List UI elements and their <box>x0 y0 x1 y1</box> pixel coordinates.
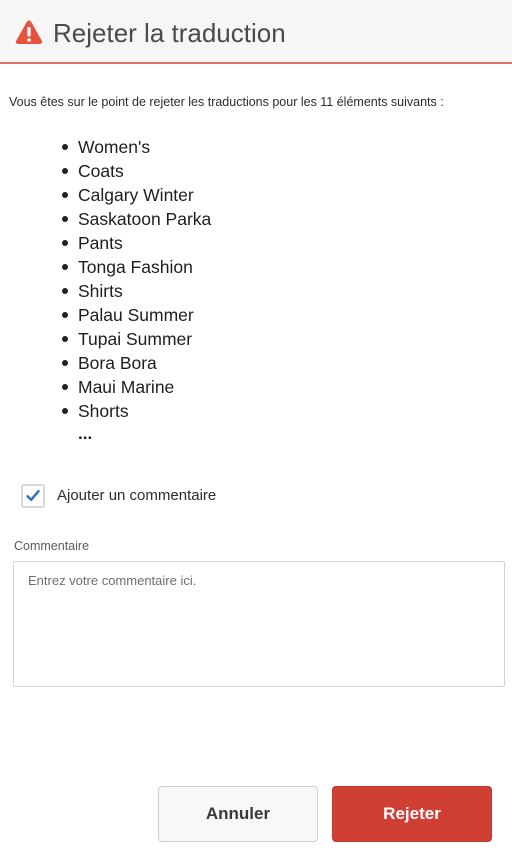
list-item: Women's <box>44 135 211 159</box>
list-item-label: Maui Marine <box>78 377 175 397</box>
list-item: Calgary Winter <box>44 183 211 207</box>
items-list: Women's Coats Calgary Winter Saskatoon Park… <box>44 135 211 423</box>
add-comment-checkbox[interactable] <box>21 484 45 508</box>
list-item: Tupai Summer <box>44 327 211 351</box>
bullet-icon <box>62 360 68 366</box>
alert-triangle-icon <box>15 20 43 44</box>
list-item: Coats <box>44 159 211 183</box>
more-items-indicator: ... <box>78 424 93 443</box>
dialog-title: Rejeter la traduction <box>53 18 286 48</box>
list-item-label: Bora Bora <box>78 353 157 373</box>
list-item: Bora Bora <box>44 351 211 375</box>
list-item-label: Calgary Winter <box>78 185 194 205</box>
bullet-icon <box>62 408 68 414</box>
bullet-icon <box>62 384 68 390</box>
list-item: Shirts <box>44 279 211 303</box>
bullet-icon <box>62 144 68 150</box>
list-item-label: Saskatoon Parka <box>78 209 212 229</box>
cancel-button[interactable]: Annuler <box>158 786 318 842</box>
reject-button[interactable]: Rejeter <box>332 786 492 842</box>
list-item-label: Tonga Fashion <box>78 257 193 277</box>
add-comment-label[interactable]: Ajouter un commentaire <box>57 487 216 505</box>
checkmark-icon <box>26 490 40 501</box>
list-item-label: Shorts <box>78 401 129 421</box>
intro-text: Vous êtes sur le point de rejeter les tr… <box>9 95 444 109</box>
list-item-label: Coats <box>78 161 124 181</box>
list-item-label: Palau Summer <box>78 305 194 325</box>
bullet-icon <box>62 216 68 222</box>
list-item: Saskatoon Parka <box>44 207 211 231</box>
list-item: Pants <box>44 231 211 255</box>
bullet-icon <box>62 312 68 318</box>
bullet-icon <box>62 168 68 174</box>
list-item-label: Women's <box>78 137 151 157</box>
dialog-header: Rejeter la traduction <box>0 0 512 64</box>
list-item: Tonga Fashion <box>44 255 211 279</box>
list-item: Palau Summer <box>44 303 211 327</box>
list-item-label: Shirts <box>78 281 123 301</box>
list-item-label: Pants <box>78 233 123 253</box>
comment-field-label: Commentaire <box>14 539 90 553</box>
list-item: Shorts <box>44 399 211 423</box>
comment-textarea[interactable] <box>13 561 505 687</box>
bullet-icon <box>62 240 68 246</box>
bullet-icon <box>62 336 68 342</box>
bullet-icon <box>62 264 68 270</box>
bullet-icon <box>62 288 68 294</box>
list-item: Maui Marine <box>44 375 211 399</box>
list-item-label: Tupai Summer <box>78 329 193 349</box>
bullet-icon <box>62 192 68 198</box>
